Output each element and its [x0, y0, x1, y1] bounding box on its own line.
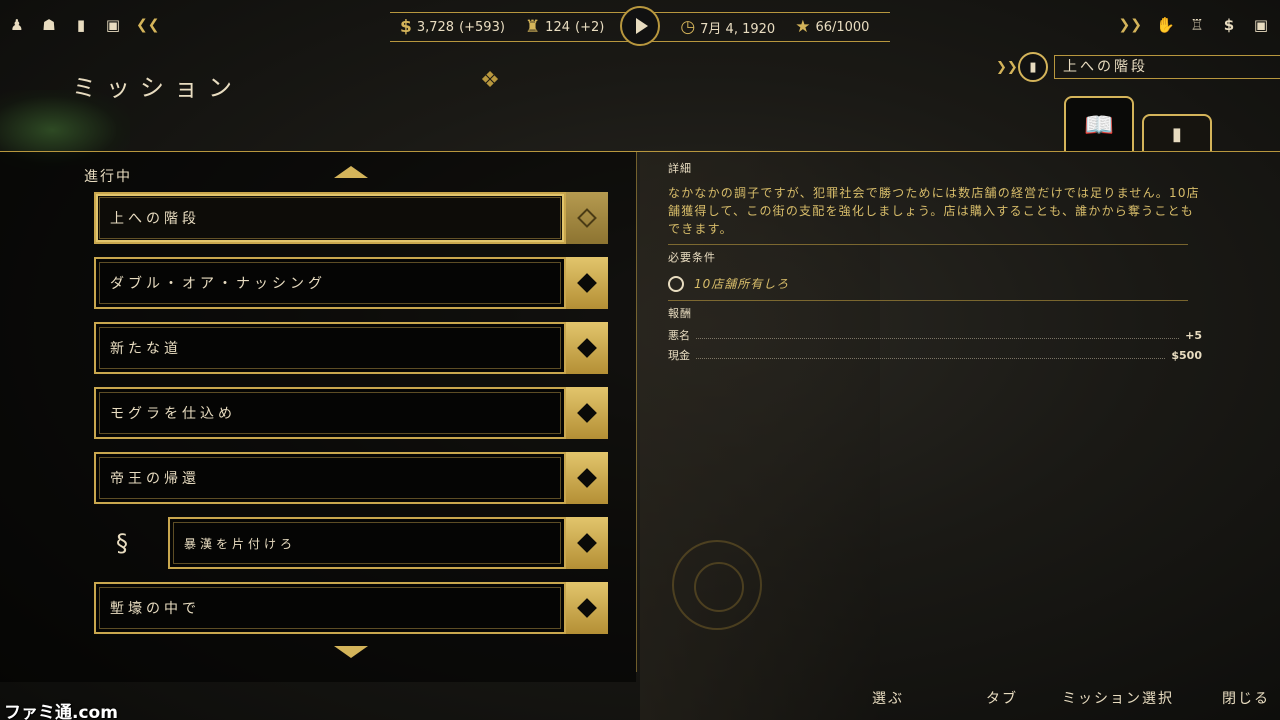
family-crest-icon: §	[116, 529, 128, 557]
chevron-left-icon: ❮❮	[136, 17, 160, 33]
top-right-nav: ❯❯ ✋ ♖ $ ▣	[1119, 16, 1270, 34]
reward-value: $500	[1171, 349, 1202, 362]
diamond-icon	[577, 468, 597, 488]
diamond-icon	[577, 598, 597, 618]
divider	[668, 300, 1188, 301]
panel-divider	[636, 152, 637, 672]
mission-item-label: ダブル・オア・ナッシング	[94, 257, 566, 309]
mission-status-box	[566, 387, 608, 439]
mission-item-label: 上への階段	[94, 192, 566, 244]
mission-status-box	[566, 322, 608, 374]
mission-item-sub[interactable]: 暴漢を片付けろ	[168, 517, 608, 569]
chevron-right-icon: ❯❯	[1118, 17, 1142, 33]
mission-status-box	[566, 192, 608, 244]
mission-status-box	[566, 452, 608, 504]
leader-dots	[696, 351, 1166, 359]
mission-status-box	[566, 257, 608, 309]
hint-tab[interactable]: タブ	[986, 688, 1062, 708]
money-stat: $ 3,728 (+593)	[390, 17, 515, 37]
emblem-icon: ❖	[480, 68, 500, 93]
money-value: 3,728	[416, 19, 455, 35]
diamond-icon	[577, 273, 597, 293]
finance-icon[interactable]: $	[1220, 16, 1238, 34]
city-icon[interactable]: ♖	[1188, 16, 1206, 34]
play-button[interactable]	[620, 6, 660, 46]
details-description: なかなかの調子ですが、犯罪社会で勝つためには数店舗の経営だけでは足りません。10…	[668, 186, 1200, 236]
mission-item-label: 新たな道	[94, 322, 566, 374]
mission-item[interactable]: ダブル・オア・ナッシング	[94, 257, 608, 309]
diamond-icon	[577, 533, 597, 553]
mission-item-label: 塹壕の中で	[94, 582, 566, 634]
beer-delta: (+2)	[575, 19, 605, 35]
reward-row: 現金 $500	[668, 347, 1202, 363]
book-icon[interactable]: ▮	[72, 16, 90, 34]
reward-row: 悪名 +5	[668, 327, 1202, 343]
tab-active-missions[interactable]: 📖	[1064, 96, 1134, 152]
rewards-heading: 報酬	[668, 307, 692, 320]
star-icon: ★	[795, 17, 811, 37]
mission-status-box	[566, 517, 608, 569]
section-label: 進行中	[84, 169, 132, 185]
mission-item[interactable]: モグラを仕込め	[94, 387, 608, 439]
top-bar: ♟ ☗ ▮ ▣ ❮❮ $ 3,728 (+593) ♜ 124 (+2) ◷ 7…	[0, 0, 1280, 46]
dollar-icon: $	[400, 17, 412, 37]
hint-mission-select[interactable]: ミッション選択	[1062, 688, 1222, 708]
current-mission-label: 上への階段	[1054, 55, 1280, 79]
book-icon: ▮	[1018, 52, 1048, 82]
briefcase-icon[interactable]: ▣	[1252, 16, 1270, 34]
details-heading: 詳細	[668, 162, 692, 175]
mission-item[interactable]: 帝王の帰還	[94, 452, 608, 504]
mission-details: 詳細 なかなかの調子ですが、犯罪社会で勝つためには数店舗の経営だけでは足りません…	[668, 160, 1208, 363]
money-delta: (+593)	[459, 19, 505, 35]
chevron-right-icon: ❯❯	[996, 59, 1018, 75]
crew-icon[interactable]: ☗	[40, 16, 58, 34]
mission-item[interactable]: 上への階段	[94, 192, 608, 244]
checkbox-circle-icon	[668, 275, 684, 292]
clock-icon: ◷	[680, 17, 696, 37]
scroll-up-arrow[interactable]	[334, 166, 368, 178]
open-book-icon: 📖	[1084, 111, 1114, 139]
watermark: ファミ通.com	[4, 703, 118, 720]
requirement-row: 10店舗所有しろ	[668, 275, 1208, 292]
page-title: ミッション	[72, 74, 242, 102]
diamond-icon	[577, 208, 597, 228]
reward-key: 悪名	[668, 329, 690, 342]
diamond-icon	[577, 403, 597, 423]
beer-value: 124	[545, 19, 570, 35]
leader-dots	[696, 331, 1180, 339]
hint-select[interactable]: 選ぶ	[872, 688, 986, 708]
date-stat: ◷ 7月 4, 1920	[670, 17, 785, 37]
closed-book-icon: ▮	[1172, 123, 1182, 145]
background-target-marker	[672, 540, 762, 630]
briefcase-icon[interactable]: ▣	[104, 16, 122, 34]
requirement-text: 10店舗所有しろ	[694, 277, 790, 291]
boss-icon[interactable]: ♟	[8, 16, 26, 34]
header-divider	[0, 151, 1280, 152]
heat-value: 66/1000	[815, 19, 870, 35]
mission-item-label: モグラを仕込め	[94, 387, 566, 439]
scroll-down-arrow[interactable]	[334, 646, 368, 658]
beer-stat: ♜ 124 (+2)	[515, 17, 614, 37]
control-hints: 選ぶ タブ ミッション選択 閉じる	[872, 688, 1270, 708]
hint-close[interactable]: 閉じる	[1222, 688, 1270, 708]
reward-value: +5	[1185, 329, 1202, 342]
play-icon	[635, 18, 648, 34]
handshake-icon[interactable]: ✋	[1156, 16, 1175, 34]
heat-stat: ★ 66/1000	[785, 17, 879, 37]
mission-item-label: 暴漢を片付けろ	[168, 517, 566, 569]
diamond-icon	[577, 338, 597, 358]
current-mission: ❯❯ ▮ 上への階段	[996, 52, 1280, 82]
mission-item-label: 帝王の帰還	[94, 452, 566, 504]
tab-completed-missions[interactable]: ▮	[1142, 114, 1212, 152]
date-value: 7月 4, 1920	[700, 21, 776, 37]
mission-item[interactable]: 塹壕の中で	[94, 582, 608, 634]
divider	[668, 244, 1188, 245]
mission-status-box	[566, 582, 608, 634]
top-left-nav: ♟ ☗ ▮ ▣ ❮❮	[8, 16, 159, 34]
barrel-icon: ♜	[524, 17, 541, 37]
mission-item[interactable]: 新たな道	[94, 322, 608, 374]
reward-key: 現金	[668, 349, 690, 362]
requirements-heading: 必要条件	[668, 251, 716, 264]
